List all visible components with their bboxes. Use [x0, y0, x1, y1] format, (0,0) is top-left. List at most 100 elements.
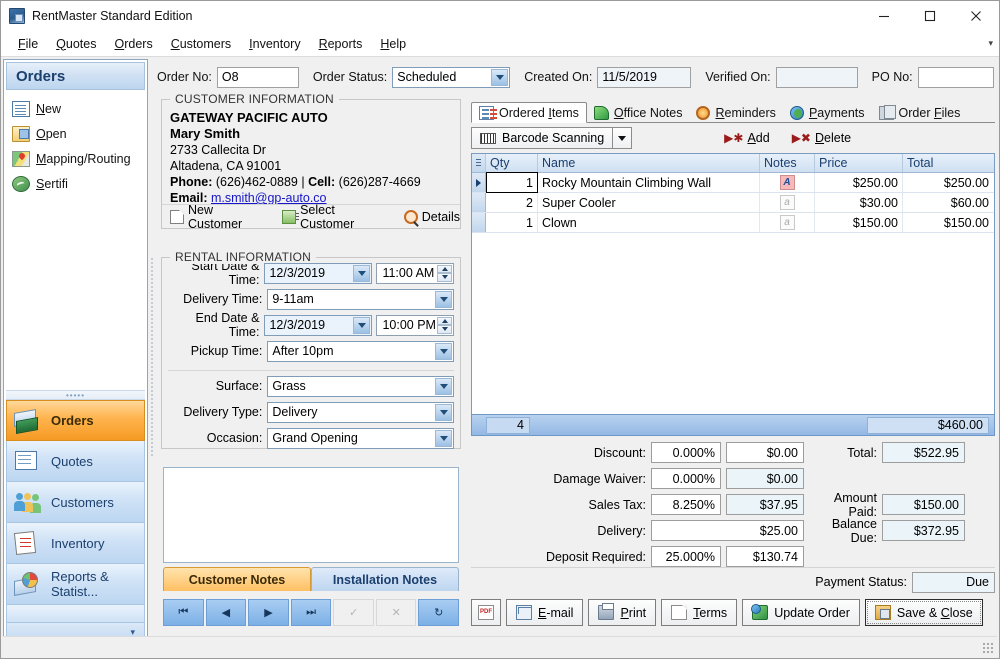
order-status-select[interactable]: Scheduled [392, 66, 511, 88]
maximize-icon[interactable] [907, 1, 953, 31]
cell-name[interactable]: Rocky Mountain Climbing Wall [538, 173, 760, 192]
cell-notes[interactable]: a [760, 193, 815, 212]
cell-total[interactable]: $250.00 [903, 173, 993, 192]
delete-item-button[interactable]: ▶✖ Delete [792, 131, 851, 145]
chevron-down-icon[interactable] [491, 68, 509, 86]
ordered-items-grid[interactable]: Qty Name Notes Price Total 1 Rocky Mount… [471, 153, 995, 435]
resize-grip-icon[interactable] [982, 642, 994, 654]
menu-reports[interactable]: Reports [310, 34, 372, 54]
first-record-button[interactable]: ⏮ [163, 599, 204, 626]
grid-empty-area[interactable] [472, 234, 994, 434]
cell-notes[interactable]: A [760, 173, 815, 192]
verified-on-input[interactable] [775, 66, 858, 88]
cancel-record-button[interactable]: ✕ [375, 599, 417, 626]
tab-office-notes[interactable]: Office Notes [587, 102, 690, 123]
tab-installation-notes[interactable]: Installation Notes [311, 567, 459, 591]
chevron-down-icon[interactable] [435, 342, 452, 360]
menu-file[interactable]: File [9, 34, 47, 54]
new-customer-button[interactable]: New Customer [170, 203, 269, 231]
sales-tax-percent-input[interactable]: 8.250% [651, 494, 721, 515]
damage-waiver-percent-input[interactable]: 0.000% [651, 468, 721, 489]
vertical-splitter[interactable] [149, 59, 155, 655]
occasion-select[interactable]: Grand Opening [267, 427, 454, 449]
created-on-input[interactable]: 11/5/2019 [597, 66, 692, 88]
add-item-button[interactable]: ▶✱ Add [724, 131, 770, 145]
menu-help[interactable]: Help [371, 34, 415, 54]
spin-up-icon[interactable] [437, 264, 452, 273]
refresh-record-button[interactable]: ↻ [418, 599, 460, 626]
spin-up-icon[interactable] [437, 316, 452, 325]
barcode-dropdown-chevron-down-icon[interactable] [613, 127, 633, 149]
deposit-percent-input[interactable]: 25.000% [651, 546, 721, 567]
pdf-button[interactable] [471, 599, 501, 626]
nav-link-new[interactable]: New [12, 98, 147, 120]
start-time-spin-buttons[interactable] [437, 264, 452, 282]
barcode-scanning-button[interactable]: Barcode Scanning [471, 127, 614, 149]
tab-order-files[interactable]: Order Files [872, 102, 968, 123]
table-row[interactable]: 1 Clown a $150.00 $150.00 [472, 213, 994, 233]
cell-price[interactable]: $250.00 [815, 173, 903, 192]
next-record-button[interactable]: ▶ [248, 599, 289, 626]
email-button[interactable]: E-mail [506, 599, 584, 626]
chevron-down-icon[interactable] [435, 403, 452, 421]
start-date-input[interactable]: 12/3/2019 [264, 262, 373, 284]
nav-link-sertifi[interactable]: Sertifi [12, 173, 147, 195]
tab-reminders[interactable]: Reminders [689, 102, 782, 123]
sidebar-item-reports[interactable]: Reports & Statist... [6, 564, 145, 605]
table-row[interactable]: 2 Super Cooler a $30.00 $60.00 [472, 193, 994, 213]
spin-down-icon[interactable] [437, 325, 452, 334]
cell-name[interactable]: Super Cooler [538, 193, 760, 212]
end-date-input[interactable]: 12/3/2019 [264, 314, 373, 336]
end-time-spin-buttons[interactable] [437, 316, 452, 334]
previous-record-button[interactable]: ◀ [205, 599, 247, 626]
column-header-name[interactable]: Name [538, 154, 760, 172]
close-icon[interactable] [953, 1, 999, 31]
nav-link-mapping-routing[interactable]: Mapping/Routing [12, 148, 147, 170]
sidebar-item-customers[interactable]: Customers [6, 482, 145, 523]
menu-customers[interactable]: Customers [162, 34, 240, 54]
grid-select-all-icon[interactable] [472, 154, 486, 172]
select-customer-button[interactable]: Select Customer [282, 203, 391, 231]
notes-textarea[interactable] [163, 467, 459, 563]
deposit-amount-input[interactable]: $130.74 [726, 546, 804, 567]
terms-button[interactable]: Terms [661, 599, 738, 626]
menu-inventory[interactable]: Inventory [240, 34, 309, 54]
cell-total[interactable]: $150.00 [903, 213, 993, 232]
accept-record-button[interactable]: ✓ [333, 599, 374, 626]
cell-price[interactable]: $30.00 [815, 193, 903, 212]
start-time-stepper[interactable]: 11:00 AM [376, 262, 454, 284]
cell-name[interactable]: Clown [538, 213, 760, 232]
surface-select[interactable]: Grass [267, 375, 454, 397]
cell-notes[interactable]: a [760, 213, 815, 232]
last-record-button[interactable]: ⏭ [290, 599, 332, 626]
table-row[interactable]: 1 Rocky Mountain Climbing Wall A $250.00… [472, 172, 994, 193]
menu-quotes[interactable]: Quotes [47, 34, 105, 54]
delivery-type-select[interactable]: Delivery [267, 401, 454, 423]
cell-price[interactable]: $150.00 [815, 213, 903, 232]
column-header-price[interactable]: Price [815, 154, 903, 172]
calendar-chevron-down-icon[interactable] [353, 316, 371, 334]
delivery-time-select[interactable]: 9-11am [267, 288, 454, 310]
tab-customer-notes[interactable]: Customer Notes [163, 567, 311, 591]
nav-link-open[interactable]: Open [12, 123, 147, 145]
print-button[interactable]: Print [588, 599, 657, 626]
spin-down-icon[interactable] [437, 273, 452, 282]
menu-overflow-chevron-down-icon[interactable]: ▾ [988, 38, 993, 49]
delivery-amount-input[interactable]: $25.00 [651, 520, 804, 541]
note-indicator-icon[interactable]: A [779, 175, 795, 190]
column-header-total[interactable]: Total [903, 154, 993, 172]
order-no-input[interactable]: O8 [216, 66, 299, 88]
sidebar-item-orders[interactable]: Orders [6, 400, 145, 441]
calendar-chevron-down-icon[interactable] [353, 264, 371, 282]
sidebar-item-inventory[interactable]: Inventory [6, 523, 145, 564]
update-order-button[interactable]: Update Order [742, 599, 860, 626]
note-indicator-icon[interactable]: a [779, 195, 795, 210]
discount-percent-input[interactable]: 0.000% [651, 442, 721, 463]
nav-splitter-handle[interactable]: ••••• [6, 390, 145, 400]
chevron-down-icon[interactable] [435, 429, 452, 447]
chevron-down-icon[interactable] [435, 377, 452, 395]
customer-details-button[interactable]: Details [403, 209, 460, 224]
sidebar-item-quotes[interactable]: Quotes [6, 441, 145, 482]
tab-ordered-items[interactable]: Ordered Items [471, 102, 587, 123]
cell-qty[interactable]: 1 [486, 213, 538, 232]
